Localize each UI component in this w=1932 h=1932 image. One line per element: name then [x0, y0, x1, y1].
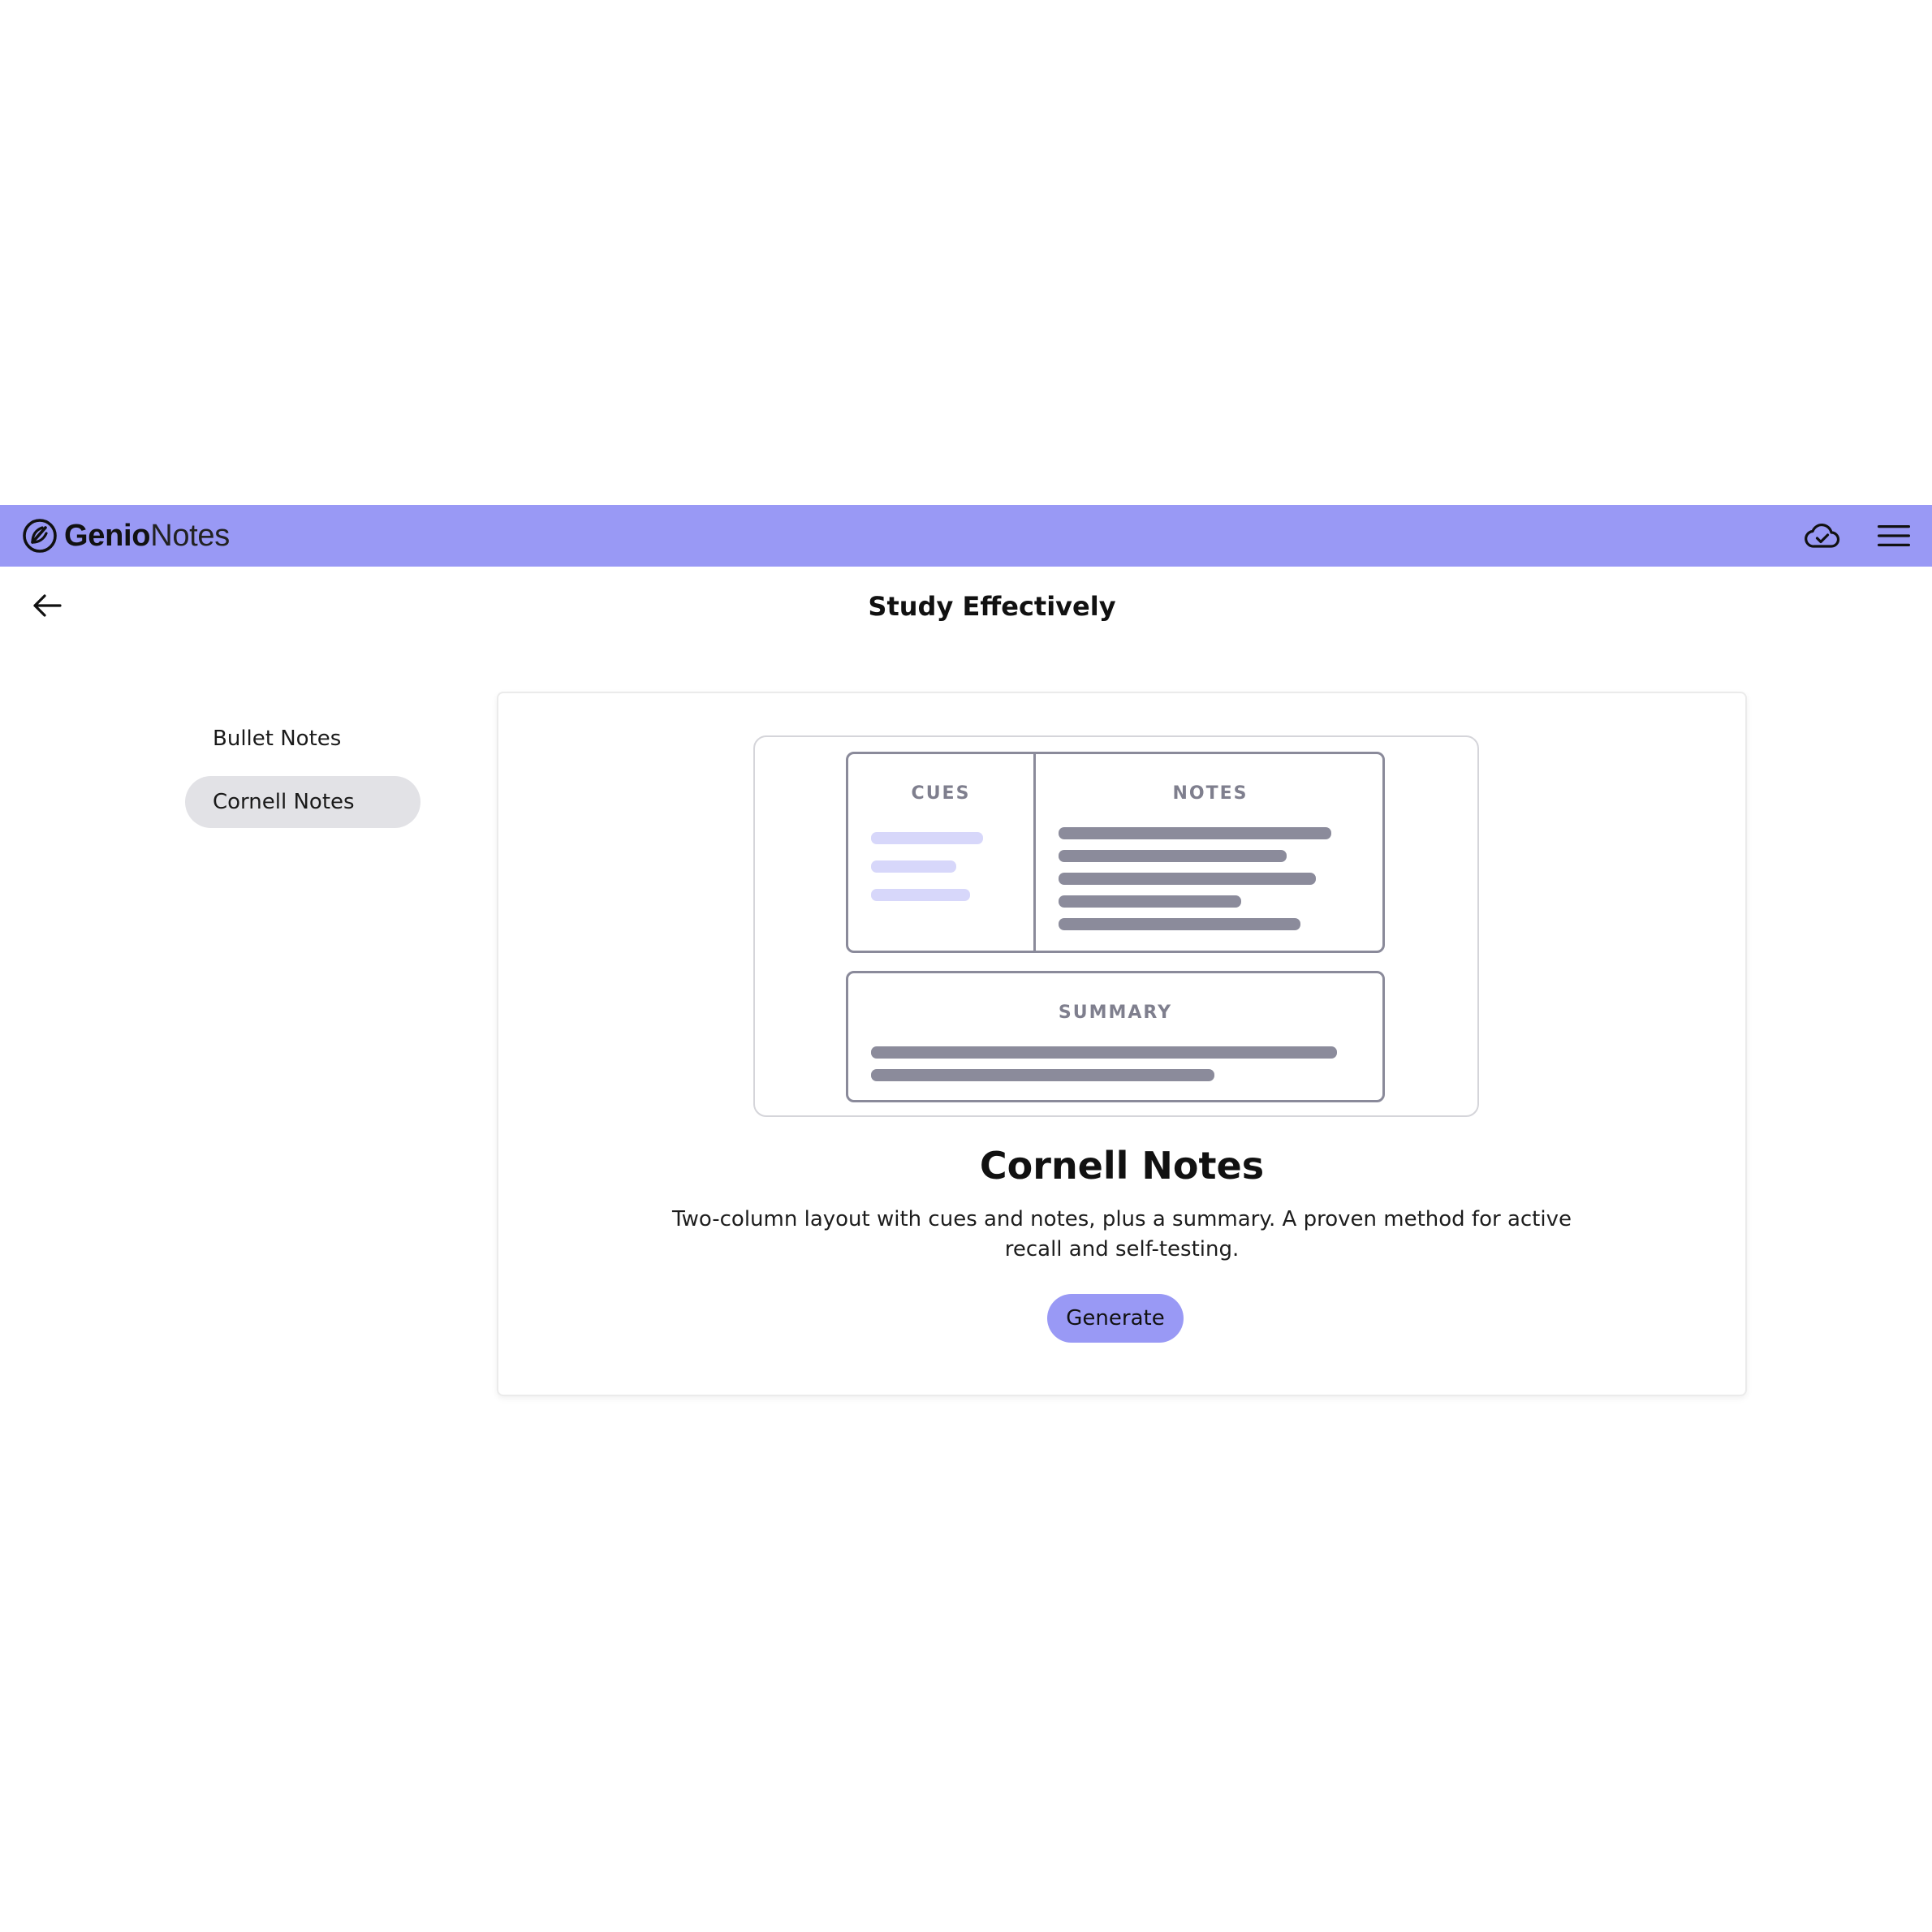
note-line: [1059, 827, 1331, 839]
brand-logo[interactable]: GenioNotes: [21, 515, 230, 556]
cloud-check-icon: [1805, 524, 1840, 548]
top-app-bar: GenioNotes: [0, 505, 1932, 567]
brand-name-secondary: Notes: [150, 519, 230, 553]
genio-logo-icon: [23, 519, 57, 553]
cues-notes-panel: CUES NOTES: [846, 752, 1385, 953]
main-menu-button[interactable]: [1875, 517, 1913, 554]
method-sidebar: Bullet Notes Cornell Notes: [185, 713, 420, 839]
cornell-layout-preview: CUES NOTES SUMMARY: [753, 735, 1479, 1117]
sidebar-item-cornell-notes[interactable]: Cornell Notes: [185, 776, 420, 828]
note-line: [1059, 873, 1316, 885]
hamburger-menu-icon: [1878, 525, 1910, 546]
summary-line: [871, 1046, 1337, 1059]
notes-label: NOTES: [1172, 783, 1248, 804]
brand-name-primary: Genio: [64, 519, 151, 553]
method-title: Cornell Notes: [979, 1144, 1265, 1188]
brand-name: GenioNotes: [64, 515, 230, 556]
page-title: Study Effectively: [868, 591, 1116, 622]
cues-label: CUES: [911, 783, 971, 804]
cue-line: [871, 860, 956, 873]
sidebar-item-bullet-notes[interactable]: Bullet Notes: [185, 713, 420, 765]
summary-label: SUMMARY: [1058, 1003, 1173, 1023]
note-line: [1059, 850, 1287, 862]
note-line: [1059, 895, 1241, 908]
cue-line: [871, 889, 970, 901]
generate-button[interactable]: Generate: [1047, 1294, 1184, 1343]
summary-line: [871, 1069, 1214, 1081]
sync-status-button[interactable]: [1804, 517, 1841, 554]
method-detail-card: CUES NOTES SUMMARY Cornell Notes Two-col…: [497, 692, 1747, 1396]
method-description: Two-column layout with cues and notes, p…: [672, 1207, 1572, 1261]
note-line: [1059, 918, 1300, 930]
cue-line: [871, 832, 983, 844]
summary-panel: SUMMARY: [846, 971, 1385, 1102]
